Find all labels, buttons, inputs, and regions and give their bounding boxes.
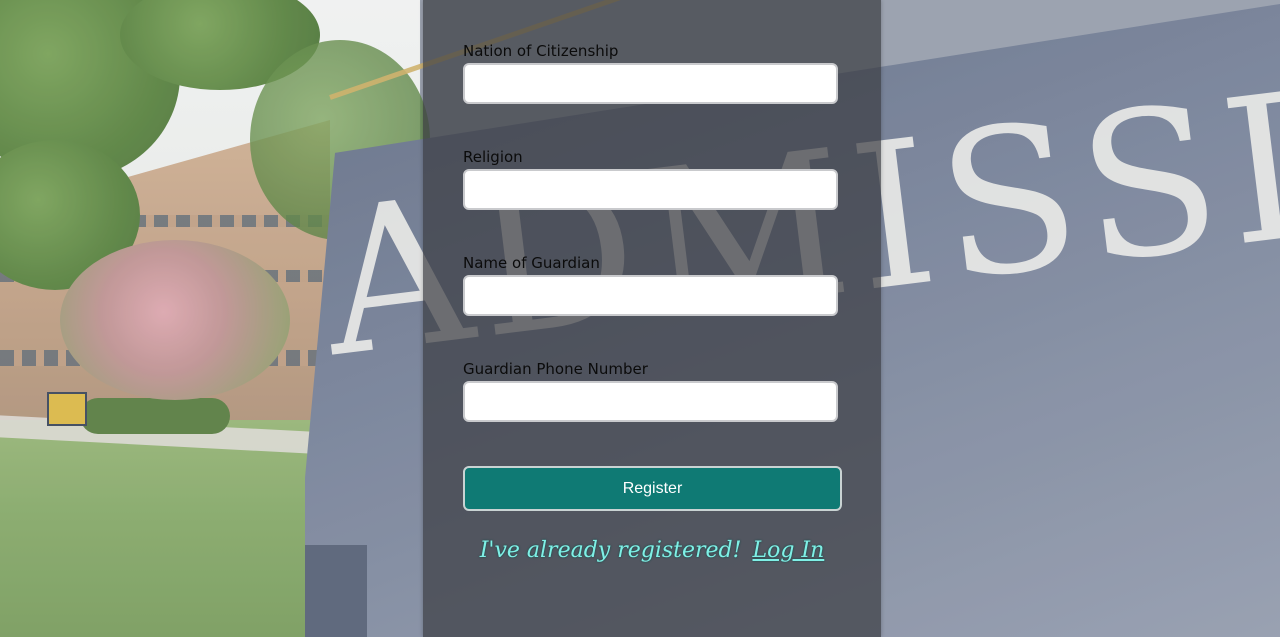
guardian-phone-input[interactable] — [463, 381, 838, 422]
login-prompt: I've already registered! Log In — [423, 538, 881, 563]
religion-label: Religion — [463, 148, 523, 166]
register-button[interactable]: Register — [463, 466, 842, 511]
login-link[interactable]: Log In — [752, 538, 824, 563]
guardian-name-label: Name of Guardian — [463, 254, 600, 272]
guardian-phone-label: Guardian Phone Number — [463, 360, 648, 378]
registration-panel: Nation of Citizenship Religion Name of G… — [423, 0, 881, 637]
religion-input[interactable] — [463, 169, 838, 210]
citizenship-input[interactable] — [463, 63, 838, 104]
page: ADMISSIONS Nation of Citizenship Religio… — [0, 0, 1280, 637]
guardian-name-input[interactable] — [463, 275, 838, 316]
already-registered-text: I've already registered! — [479, 538, 742, 563]
citizenship-label: Nation of Citizenship — [463, 42, 619, 60]
